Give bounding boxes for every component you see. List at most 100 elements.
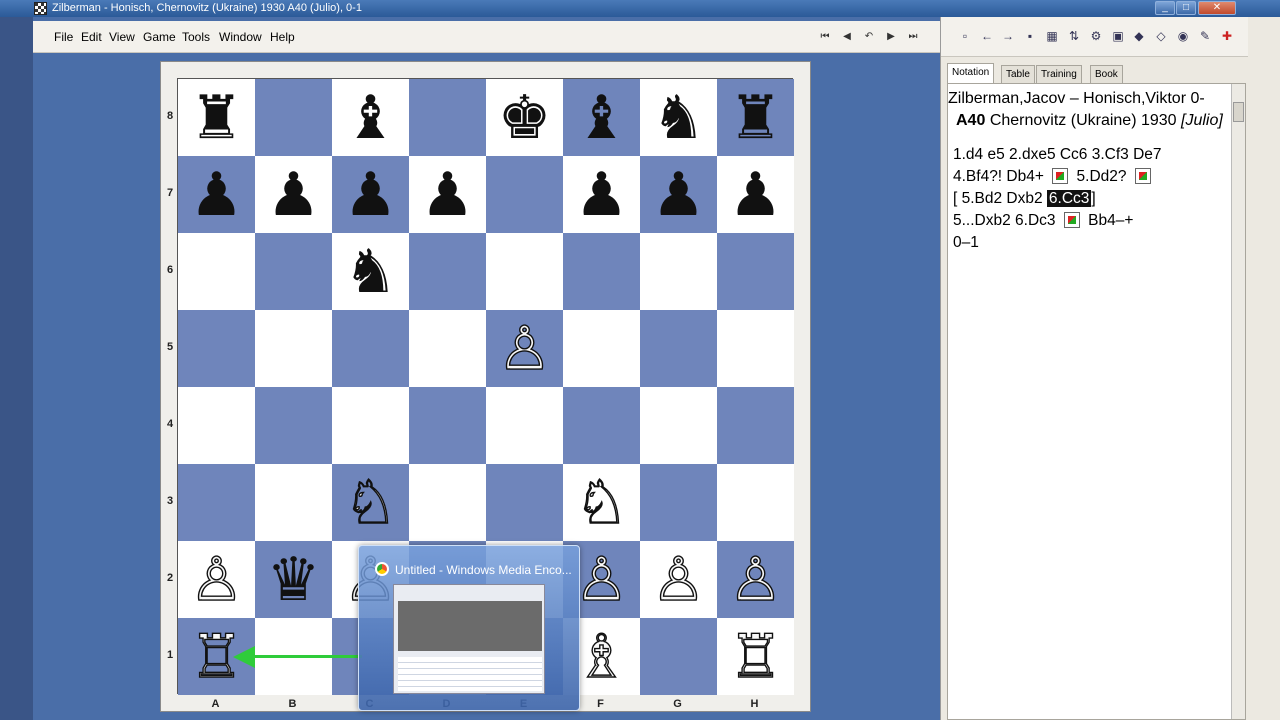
square-h4[interactable]	[717, 387, 794, 464]
piece-a7[interactable]: ♟	[190, 165, 244, 225]
current-move[interactable]: 6.Cc3	[1046, 190, 1092, 207]
move-text[interactable]: 4.Bf4?! Db4+	[953, 168, 1048, 185]
square-d8[interactable]	[409, 79, 486, 156]
square-a6[interactable]	[178, 233, 255, 310]
square-a7[interactable]: ♟	[178, 156, 255, 233]
move-text[interactable]: 0–1	[953, 234, 979, 251]
notation-scrollbar[interactable]	[1231, 84, 1245, 719]
square-a8[interactable]: ♜	[178, 79, 255, 156]
piece-b7[interactable]: ♟	[267, 165, 321, 225]
diagram-icon[interactable]	[1052, 168, 1069, 184]
diagram-icon[interactable]	[1063, 212, 1080, 228]
square-b8[interactable]	[255, 79, 332, 156]
square-f8[interactable]: ♝	[563, 79, 640, 156]
move-text[interactable]: [ 5.Bd2 Dxb2	[953, 190, 1047, 207]
diagram-icon[interactable]	[1134, 168, 1151, 184]
square-b7[interactable]: ♟	[255, 156, 332, 233]
square-f4[interactable]	[563, 387, 640, 464]
square-h1[interactable]: ♖	[717, 618, 794, 695]
first-move-icon[interactable]: ⏮	[817, 30, 833, 44]
camera-icon[interactable]: ◉	[1175, 29, 1191, 44]
square-c4[interactable]	[332, 387, 409, 464]
add-icon[interactable]: ✚	[1219, 29, 1235, 44]
piece-c3[interactable]: ♘	[343, 472, 398, 533]
piece-a8[interactable]: ♜	[190, 88, 244, 148]
tab-training[interactable]: Training	[1036, 65, 1082, 83]
piece-d7[interactable]: ♟	[421, 165, 475, 225]
piece-f2[interactable]: ♙	[574, 549, 629, 610]
square-f6[interactable]	[563, 233, 640, 310]
menu-window[interactable]: Window	[219, 30, 262, 44]
square-g4[interactable]	[640, 387, 717, 464]
piece-h1[interactable]: ♖	[728, 626, 783, 687]
square-d5[interactable]	[409, 310, 486, 387]
square-e7[interactable]	[486, 156, 563, 233]
piece-f7[interactable]: ♟	[575, 165, 629, 225]
square-g7[interactable]: ♟	[640, 156, 717, 233]
square-f5[interactable]	[563, 310, 640, 387]
square-e8[interactable]: ♚	[486, 79, 563, 156]
piece-g8[interactable]: ♞	[652, 88, 706, 148]
piece-h2[interactable]: ♙	[728, 549, 783, 610]
square-c3[interactable]: ♘	[332, 464, 409, 541]
square-d3[interactable]	[409, 464, 486, 541]
taskbar-thumbnail-preview[interactable]: Untitled - Windows Media Enco...	[358, 545, 580, 711]
square-f7[interactable]: ♟	[563, 156, 640, 233]
menu-game[interactable]: Game	[143, 30, 176, 44]
piece-a2[interactable]: ♙	[189, 549, 244, 610]
square-d7[interactable]: ♟	[409, 156, 486, 233]
square-a4[interactable]	[178, 387, 255, 464]
piece-c8[interactable]: ♝	[344, 88, 398, 148]
menu-tools[interactable]: Tools	[182, 30, 210, 44]
piece-g7[interactable]: ♟	[652, 165, 706, 225]
sort-icon[interactable]: ⇅	[1066, 29, 1082, 44]
square-h2[interactable]: ♙	[717, 541, 794, 618]
database-icon[interactable]: ▦	[1044, 29, 1060, 44]
square-e5[interactable]: ♙	[486, 310, 563, 387]
tab-table[interactable]: Table	[1001, 65, 1035, 83]
maximize-button[interactable]: □	[1176, 1, 1196, 15]
piece-f1[interactable]: ♗	[574, 626, 629, 687]
piece-f3[interactable]: ♘	[574, 472, 629, 533]
square-b6[interactable]	[255, 233, 332, 310]
square-h3[interactable]	[717, 464, 794, 541]
square-c8[interactable]: ♝	[332, 79, 409, 156]
piece-h7[interactable]: ♟	[729, 165, 783, 225]
square-g1[interactable]	[640, 618, 717, 695]
close-button[interactable]: ✕	[1198, 1, 1236, 15]
square-c6[interactable]: ♞	[332, 233, 409, 310]
eraser-icon[interactable]: ◆	[1131, 29, 1147, 44]
previous-move-icon[interactable]: ◀	[839, 30, 855, 44]
next-move-icon[interactable]: ▶	[883, 30, 899, 44]
minimize-button[interactable]: _	[1155, 1, 1175, 15]
menu-help[interactable]: Help	[270, 30, 295, 44]
tab-book[interactable]: Book	[1090, 65, 1123, 83]
piece-c6[interactable]: ♞	[344, 242, 398, 302]
square-b5[interactable]	[255, 310, 332, 387]
square-g5[interactable]	[640, 310, 717, 387]
square-e3[interactable]	[486, 464, 563, 541]
square-g8[interactable]: ♞	[640, 79, 717, 156]
menu-file[interactable]: File	[54, 30, 73, 44]
square-f3[interactable]: ♘	[563, 464, 640, 541]
tab-notation[interactable]: Notation	[947, 63, 995, 83]
move-text[interactable]: Bb4–+	[1084, 212, 1133, 229]
move-text[interactable]: 5...Dxb2 6.Dc3	[953, 212, 1060, 229]
square-g6[interactable]	[640, 233, 717, 310]
menu-view[interactable]: View	[109, 30, 135, 44]
piece-f8[interactable]: ♝	[575, 88, 629, 148]
square-a5[interactable]	[178, 310, 255, 387]
square-h6[interactable]	[717, 233, 794, 310]
square-a2[interactable]: ♙	[178, 541, 255, 618]
square-d4[interactable]	[409, 387, 486, 464]
square-d6[interactable]	[409, 233, 486, 310]
menu-edit[interactable]: Edit	[81, 30, 102, 44]
square-e6[interactable]	[486, 233, 563, 310]
square-g2[interactable]: ♙	[640, 541, 717, 618]
piece-h8[interactable]: ♜	[729, 88, 783, 148]
square-h5[interactable]	[717, 310, 794, 387]
report-icon[interactable]: ✎	[1197, 29, 1213, 44]
square-c7[interactable]: ♟	[332, 156, 409, 233]
eraser2-icon[interactable]: ◇	[1153, 29, 1169, 44]
new-icon[interactable]: ▫	[957, 29, 973, 44]
